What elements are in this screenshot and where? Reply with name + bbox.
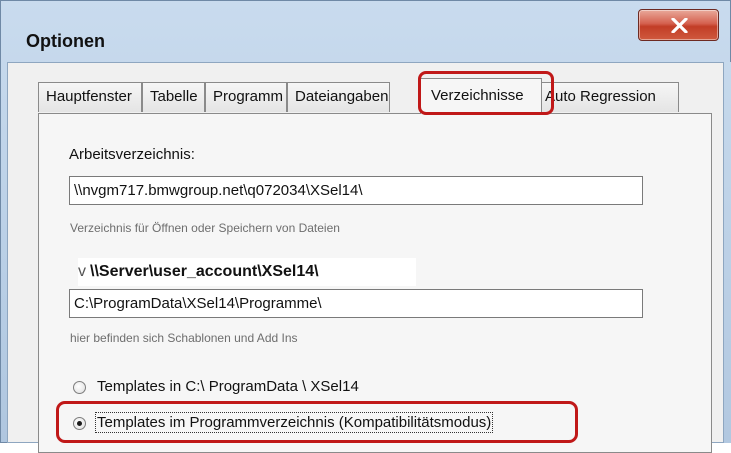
title-bar[interactable]: Optionen <box>1 1 731 63</box>
radio-highlight-annotation <box>56 401 578 443</box>
window-right-border <box>724 62 731 443</box>
tab-dateiangaben[interactable]: Dateiangaben <box>287 82 390 112</box>
tab-programm[interactable]: Programm <box>205 82 287 112</box>
tab-highlight-annotation <box>418 71 554 115</box>
tab-auto-regression[interactable]: Auto Regression <box>540 82 679 112</box>
close-icon <box>671 18 688 33</box>
radio-button[interactable] <box>73 381 86 394</box>
overlay-cut-char: v <box>78 263 86 280</box>
program-dir-hint: hier befinden sich Schablonen und Add In… <box>70 331 298 345</box>
work-dir-label: Arbeitsverzeichnis: <box>69 146 195 163</box>
radio-label: Templates in C:\ ProgramData \ XSel14 <box>97 378 359 395</box>
close-button[interactable] <box>638 9 719 41</box>
work-dir-hint: Verzeichnis für Öffnen oder Speichern vo… <box>70 221 340 235</box>
work-dir-input[interactable]: \\nvgm717.bmwgroup.net\q072034\XSel14\ <box>69 176 643 205</box>
server-path-overlay: v \\Server\user_account\XSel14\ <box>78 258 416 286</box>
tab-hauptfenster[interactable]: Hauptfenster <box>38 82 142 112</box>
window-title: Optionen <box>26 31 105 51</box>
program-dir-input[interactable]: C:\ProgramData\XSel14\Programme\ <box>69 289 643 318</box>
overlay-path-text: \\Server\user_account\XSel14\ <box>90 263 319 280</box>
tab-tabelle[interactable]: Tabelle <box>142 82 205 112</box>
